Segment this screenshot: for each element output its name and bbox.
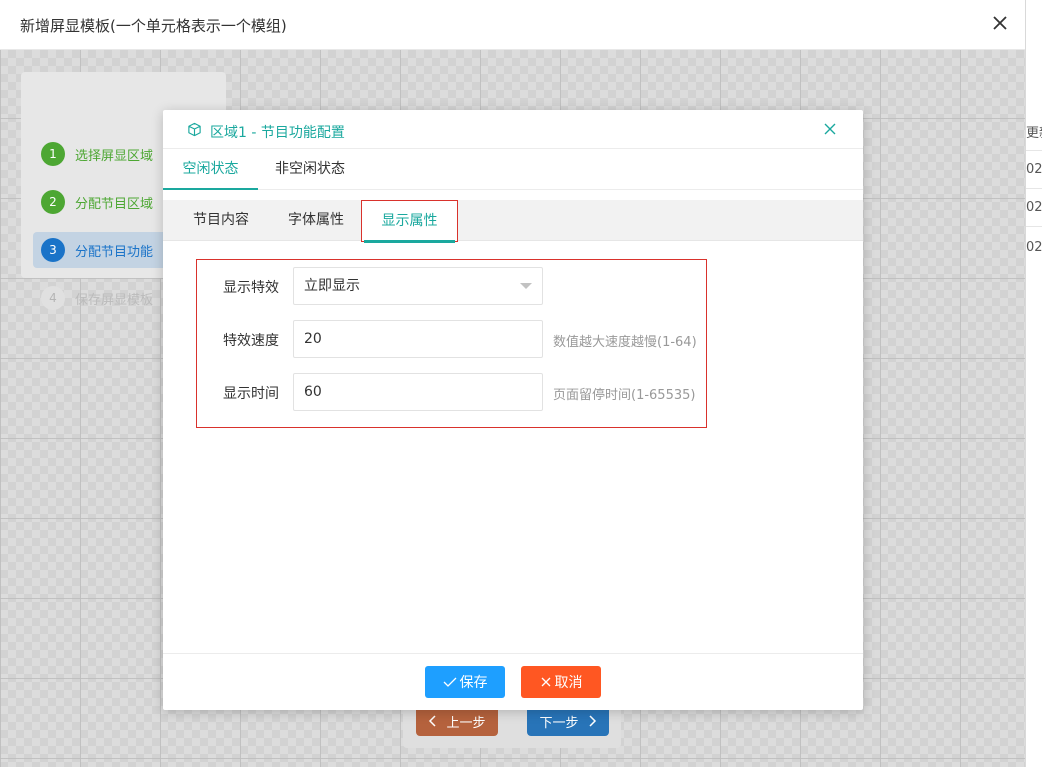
step-number: 3 [41, 238, 65, 262]
tab-idle[interactable]: 空闲状态 [163, 149, 258, 190]
tab-non-idle[interactable]: 非空闲状态 [259, 149, 361, 190]
modal-title: 区域1 - 节目功能配置 [210, 125, 345, 141]
chevron-right-icon [588, 715, 596, 727]
caret-down-icon [520, 283, 532, 289]
active-tab-indicator [364, 240, 455, 243]
effect-label: 显示特效 [223, 280, 279, 296]
outer-dialog-header: 新增屏显模板(一个单元格表示一个模组) [0, 0, 1025, 50]
background-text: 02 [1026, 162, 1042, 177]
check-icon [443, 677, 456, 687]
cube-icon [188, 122, 201, 137]
display-properties-form: 显示特效 立即显示 特效速度 20 数值越大速度越慢(1-64) 显示时间 60… [196, 259, 707, 428]
outer-dialog-title: 新增屏显模板(一个单元格表示一个模组) [20, 17, 287, 35]
background-page: 更新 02 02 02 [1025, 0, 1042, 767]
background-divider [1025, 0, 1026, 767]
speed-row: 特效速度 20 数值越大速度越慢(1-64) [197, 320, 706, 358]
background-text: 更新 [1026, 126, 1042, 141]
speed-hint: 数值越大速度越慢(1-64) [553, 335, 697, 350]
time-row: 显示时间 60 页面留停时间(1-65535) [197, 373, 706, 411]
cancel-button-label: 取消 [554, 675, 583, 691]
close-icon[interactable] [823, 122, 837, 136]
property-tabs: 节目内容 字体属性 显示属性 [163, 200, 863, 243]
step-number: 4 [41, 286, 65, 310]
time-hint: 页面留停时间(1-65535) [553, 388, 696, 403]
step-number: 1 [41, 142, 65, 166]
step-label: 选择屏显区域 [75, 148, 154, 164]
tab-display-properties-label: 显示属性 [381, 213, 438, 229]
tab-program-content[interactable]: 节目内容 [175, 200, 267, 241]
step-number: 2 [41, 190, 65, 214]
step-label: 分配节目区域 [75, 196, 154, 212]
effect-select[interactable]: 立即显示 [293, 267, 543, 305]
chevron-left-icon [429, 715, 437, 727]
save-button-label: 保存 [459, 675, 488, 691]
tab-font-properties[interactable]: 字体属性 [271, 200, 361, 241]
close-icon [541, 677, 550, 687]
save-button[interactable]: 保存 [425, 666, 505, 698]
step-label: 保存屏显模板 [75, 292, 154, 308]
effect-row: 显示特效 立即显示 [197, 267, 706, 305]
next-step-label: 下一步 [539, 715, 579, 731]
time-input[interactable]: 60 [293, 373, 543, 411]
step-label: 分配节目功能 [75, 244, 154, 260]
function-config-modal: 区域1 - 节目功能配置 空闲状态 非空闲状态 节目内容 字体属性 显示属性 显… [163, 110, 863, 710]
time-label: 显示时间 [223, 386, 279, 402]
cancel-button[interactable]: 取消 [521, 666, 601, 698]
effect-select-value: 立即显示 [304, 278, 360, 294]
modal-header: 区域1 - 节目功能配置 [163, 110, 863, 149]
tab-display-properties[interactable]: 显示属性 [361, 200, 458, 243]
speed-input[interactable]: 20 [293, 320, 543, 358]
background-text: 02 [1026, 200, 1042, 215]
next-step-button[interactable]: 下一步 [527, 706, 609, 736]
modal-footer: 保存 取消 [163, 653, 863, 710]
prev-step-button[interactable]: 上一步 [416, 706, 498, 736]
status-tabs: 空闲状态 非空闲状态 [163, 149, 863, 190]
prev-step-label: 上一步 [446, 715, 486, 731]
background-divider [1026, 188, 1042, 189]
background-divider [1026, 150, 1042, 151]
speed-label: 特效速度 [223, 333, 279, 349]
background-divider [1026, 226, 1042, 227]
close-icon[interactable] [991, 12, 1009, 34]
background-text: 02 [1026, 240, 1042, 255]
